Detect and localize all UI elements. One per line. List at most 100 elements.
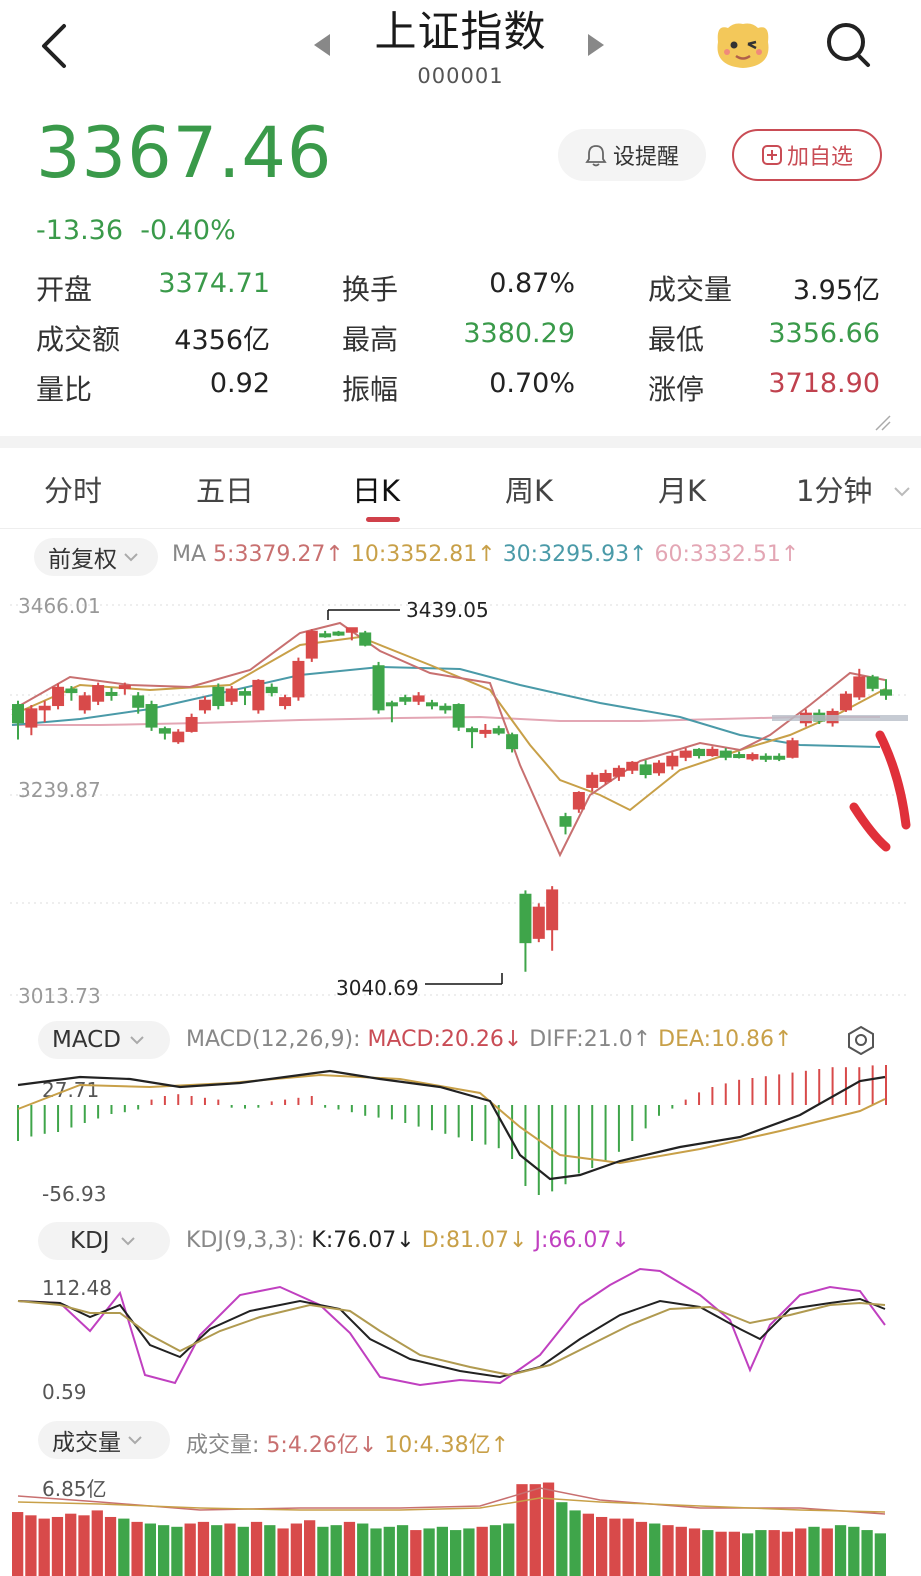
tab-five-day[interactable]: 五日	[196, 468, 254, 510]
ma30-text: 30:3295.93	[502, 542, 630, 567]
volume-bar	[516, 1484, 528, 1576]
ma60-value: 60:3332.51↑	[655, 542, 800, 567]
candle-body	[385, 702, 398, 707]
candles-group	[12, 627, 892, 972]
volume-bar	[715, 1531, 727, 1576]
y-axis-mid-label: 3239.87	[18, 778, 101, 802]
expand-corner-icon[interactable]	[872, 412, 892, 432]
mascot-icon[interactable]	[712, 18, 774, 74]
candle-body	[265, 686, 278, 694]
tab-monthly-k[interactable]: 月K	[658, 468, 706, 510]
add-watchlist-button[interactable]: 加自选	[732, 129, 882, 181]
candle-body	[279, 697, 292, 707]
volume-select[interactable]: 成交量	[38, 1421, 170, 1459]
diff-arrow: ↑	[632, 1027, 652, 1052]
kdj-chart[interactable]: 112.48 0.59	[0, 1265, 921, 1410]
tab-one-minute[interactable]: 1分钟	[796, 468, 872, 510]
volume-bar	[675, 1526, 687, 1576]
ma5-arrow: ↑	[325, 542, 344, 567]
current-price: 3367.46	[36, 112, 333, 194]
candle-body	[586, 774, 599, 788]
prev-stock-icon[interactable]	[312, 32, 334, 58]
macd-min-label: -56.93	[42, 1182, 106, 1206]
volume-params: 成交量:	[186, 1433, 260, 1458]
volume-bar	[184, 1523, 196, 1576]
volume-bar	[476, 1526, 488, 1576]
tab-intraday[interactable]: 分时	[44, 468, 102, 510]
k-value: K:76.07↓	[311, 1228, 414, 1253]
volume-bar	[197, 1521, 210, 1576]
tab-divider	[0, 528, 921, 529]
next-stock-icon[interactable]	[584, 32, 606, 58]
candlestick-chart[interactable]: 3466.01 3239.87 3013.73 3439.05 3040.69	[0, 585, 921, 1010]
volume-bar	[768, 1530, 780, 1576]
candle-body	[52, 686, 65, 707]
j-value: J:66.07↓	[534, 1228, 629, 1253]
volume-bar	[662, 1525, 674, 1576]
volume-bar	[622, 1518, 634, 1576]
volume-bar	[649, 1523, 661, 1576]
price-change: -13.36 -0.40%	[36, 215, 236, 246]
volume-chart[interactable]: 6.85亿	[0, 1462, 921, 1576]
vol-ma5-line	[17, 1487, 886, 1515]
low-annotation: 3040.69	[336, 976, 419, 1000]
ma60-arrow: ↑	[780, 542, 800, 567]
volume-bar	[795, 1528, 807, 1576]
tab-weekly-k[interactable]: 周K	[505, 468, 553, 510]
macd-select[interactable]: MACD	[38, 1021, 170, 1059]
volume-bar	[357, 1523, 369, 1576]
stat-label: 开盘	[36, 273, 93, 306]
diff-value: DIFF:21.0↑	[529, 1027, 651, 1052]
chevron-down-icon	[130, 1036, 144, 1045]
volume-bar	[250, 1521, 263, 1576]
volume-bar	[304, 1520, 316, 1576]
macd-histogram	[17, 1065, 887, 1195]
macd-arrow: ↓	[503, 1027, 523, 1052]
j-line	[17, 1267, 886, 1387]
ma5-line	[11, 621, 886, 858]
volume-bar	[330, 1525, 342, 1576]
volume-select-label: 成交量	[52, 1430, 121, 1456]
volume-bar	[158, 1525, 170, 1576]
set-alert-label: 设提醒	[612, 145, 679, 170]
candle-body	[693, 748, 706, 757]
candle-body	[372, 665, 385, 711]
change-percent: -0.40%	[140, 215, 236, 246]
candle-body	[425, 702, 438, 707]
dea-line	[17, 1073, 886, 1165]
chevron-down-icon[interactable]	[892, 482, 912, 502]
volume-bar	[569, 1510, 581, 1576]
stat-value: 3.95亿	[792, 275, 880, 306]
candle-body	[880, 689, 892, 696]
adjust-select[interactable]: 前复权	[34, 538, 158, 576]
volume-bar	[211, 1525, 223, 1576]
candle-body	[399, 697, 412, 702]
ma10-text: 10:3352.81	[350, 542, 478, 567]
volume-bar	[503, 1523, 515, 1576]
bell-icon	[585, 145, 607, 167]
chevron-down-icon	[124, 553, 138, 562]
candle-body	[666, 755, 679, 767]
set-alert-button[interactable]: 设提醒	[558, 129, 706, 181]
candle-body	[345, 627, 358, 633]
macd-chart[interactable]: 27.71 -56.93	[0, 1065, 921, 1210]
j-text: J:66.07	[534, 1228, 612, 1253]
search-icon[interactable]	[822, 18, 876, 72]
ma60-line	[12, 715, 880, 726]
settings-hexagon-icon[interactable]	[846, 1025, 876, 1055]
stat-value: 3380.29	[463, 318, 575, 349]
tab-daily-k[interactable]: 日K	[352, 468, 400, 510]
stat-value: 3718.90	[768, 368, 880, 399]
volume-bar	[264, 1525, 276, 1576]
candle-body	[612, 767, 625, 777]
ma-legend: MA 5:3379.27↑ 10:3352.81↑ 30:3295.93↑ 60…	[172, 542, 799, 567]
ma10-value: 10:3352.81↑	[351, 542, 496, 567]
add-watchlist-label: 加自选	[786, 145, 853, 170]
candle-body	[652, 762, 665, 774]
volume-bar	[542, 1482, 555, 1576]
ma30-arrow: ↑	[629, 542, 648, 567]
kdj-select[interactable]: KDJ	[38, 1222, 170, 1260]
volume-bar	[237, 1526, 249, 1576]
stat-label: 成交额	[36, 323, 121, 356]
plus-box-icon	[761, 145, 782, 165]
